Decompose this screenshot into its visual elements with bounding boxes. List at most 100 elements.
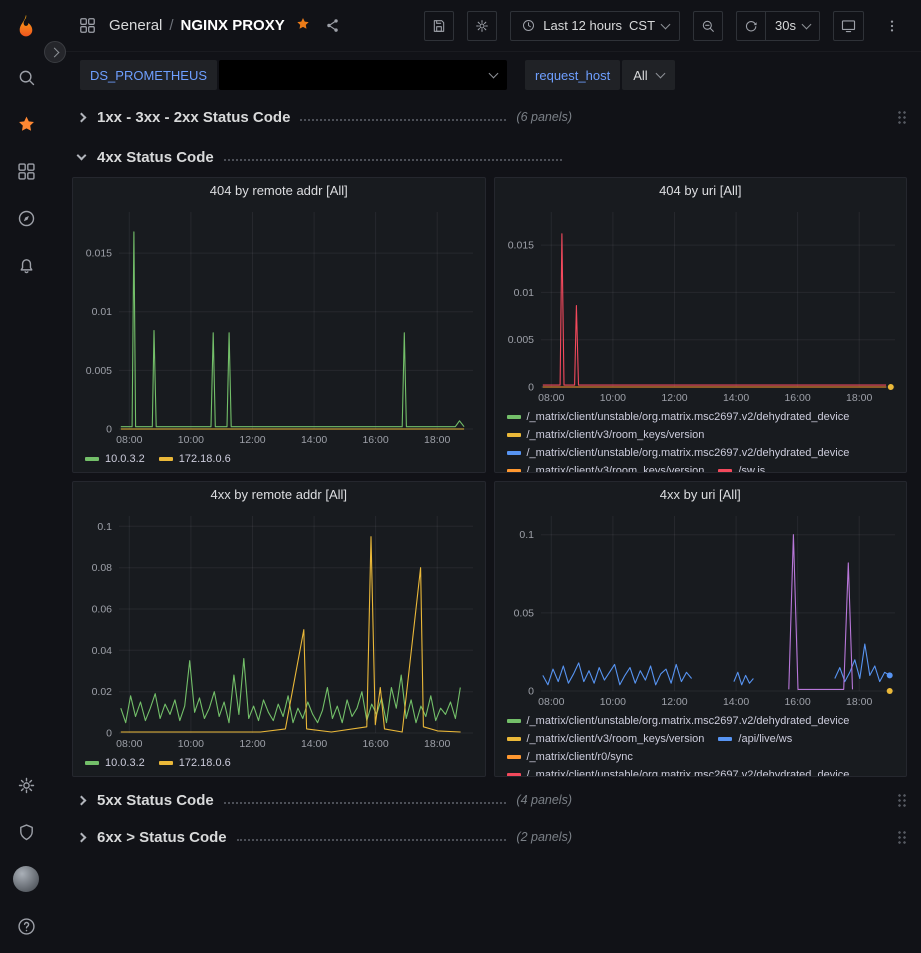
panel-title[interactable]: 4xx by uri [All] [495,482,907,508]
time-range-label: Last 12 hours [543,18,622,33]
legend-swatch [159,761,173,765]
chart-canvas: 00.050.108:0010:0012:0014:0016:0018:00 [495,508,907,708]
svg-text:0.005: 0.005 [86,365,112,377]
legend-item[interactable]: /_matrix/client/unstable/org.matrix.msc2… [507,408,850,424]
help-circle-icon [16,916,37,937]
svg-text:10:00: 10:00 [599,392,625,404]
legend-swatch [507,469,521,472]
legend-label: /_matrix/client/r0/sync [527,748,633,764]
chevron-right-icon [77,832,87,842]
row-head-left: 1xx - 3xx - 2xx Status Code (6 panels) [72,109,572,126]
panel-title[interactable]: 404 by remote addr [All] [73,178,485,204]
request-host-select[interactable]: All [622,60,674,90]
panel-legend: /_matrix/client/unstable/org.matrix.msc2… [495,404,907,472]
legend-item[interactable]: 172.18.0.6 [159,754,231,770]
svg-text:0: 0 [528,382,534,394]
dashboards-grid-icon [16,161,37,182]
grafana-logo[interactable] [0,0,52,52]
legend-item[interactable]: 10.0.3.2 [85,450,145,466]
row-drag-handle[interactable] [896,109,907,125]
tv-mode-button[interactable] [833,11,864,41]
panel-legend: /_matrix/client/unstable/org.matrix.msc2… [495,708,907,776]
zoom-out-time-button[interactable] [693,11,723,41]
legend-item[interactable]: 172.18.0.6 [159,450,231,466]
save-dashboard-button[interactable] [424,11,454,41]
panel-legend: 10.0.3.2 172.18.0.6 [73,446,485,472]
zoom-out-icon [700,18,716,34]
legend-swatch [507,451,521,455]
row-drag-handle[interactable] [896,792,907,808]
breadcrumb-section[interactable]: General [109,17,162,34]
gear-icon [16,775,37,796]
row-drag-handle[interactable] [896,829,907,845]
row-title: 1xx - 3xx - 2xx Status Code [97,109,290,126]
svg-text:16:00: 16:00 [784,392,810,404]
datasource-select[interactable] [219,60,507,90]
legend-item[interactable]: /_matrix/client/v3/room_keys/version [507,730,705,746]
time-series-chart[interactable]: 00.020.040.060.080.108:0010:0012:0014:00… [73,508,485,750]
svg-text:0.05: 0.05 [513,607,534,619]
favorite-star-button[interactable] [295,16,311,35]
sidebar-item-dashboards[interactable] [4,152,48,190]
sidebar-item-alerting[interactable] [4,246,48,284]
time-series-chart[interactable]: 00.0050.010.01508:0010:0012:0014:0016:00… [495,204,907,404]
legend-item[interactable]: /_matrix/client/v3/room_keys/version [507,462,705,472]
sidebar-expand-button[interactable] [44,41,66,63]
svg-text:16:00: 16:00 [362,738,388,750]
panel-title[interactable]: 4xx by remote addr [All] [73,482,485,508]
page-title: NGINX PROXY [181,17,285,34]
legend-item[interactable]: /sw.js [718,462,765,472]
legend-item[interactable]: /api/live/ws [718,730,792,746]
sidebar-item-help[interactable] [4,907,48,945]
dashboard-row-6xx[interactable]: 6xx > Status Code (2 panels) [72,823,907,851]
sidebar-item-explore[interactable] [4,199,48,237]
row-panel-count: (4 panels) [516,793,572,807]
sidebar-item-profile[interactable] [4,860,48,898]
svg-text:0.04: 0.04 [92,645,113,657]
refresh-interval-select[interactable]: 30s [766,11,820,41]
legend-swatch [85,761,99,765]
share-button[interactable] [324,17,341,34]
compass-icon [16,208,37,229]
clock-icon [521,18,536,33]
dashboard-content: 1xx - 3xx - 2xx Status Code (6 panels) 4… [52,96,921,851]
dashboard-settings-button[interactable] [467,11,497,41]
refresh-button[interactable] [736,11,766,41]
legend-item[interactable]: /_matrix/client/unstable/org.matrix.msc2… [507,766,850,776]
legend-item[interactable]: /_matrix/client/unstable/org.matrix.msc2… [507,444,850,460]
legend-swatch [507,773,521,776]
legend-label: /_matrix/client/v3/room_keys/version [527,426,705,442]
legend-label: 10.0.3.2 [105,754,145,770]
sidebar-item-search[interactable] [4,58,48,96]
dashboard-row-1xx-3xx-2xx[interactable]: 1xx - 3xx - 2xx Status Code (6 panels) [72,103,907,131]
kebab-menu-button[interactable] [877,11,907,41]
dashboard-row-5xx[interactable]: 5xx Status Code (4 panels) [72,786,907,814]
legend-item[interactable]: /_matrix/client/r0/sync [507,748,633,764]
panel-404-by-remote-addr: 404 by remote addr [All] 00.0050.010.015… [72,177,486,473]
breadcrumb-separator: / [169,17,173,34]
datasource-label: DS_PROMETHEUS [80,60,217,90]
legend-label: /_matrix/client/unstable/org.matrix.msc2… [527,712,850,728]
panel-title[interactable]: 404 by uri [All] [495,178,907,204]
sidebar-item-configuration[interactable] [4,766,48,804]
time-series-chart[interactable]: 00.0050.010.01508:0010:0012:0014:0016:00… [73,204,485,446]
dashboard-row-4xx[interactable]: 4xx Status Code [72,143,907,171]
panel-4xx-by-uri: 4xx by uri [All] 00.050.108:0010:0012:00… [494,481,908,777]
legend-item[interactable]: /_matrix/client/unstable/org.matrix.msc2… [507,712,850,728]
legend-item[interactable]: /_matrix/client/v3/room_keys/version [507,426,705,442]
datasource-variable: DS_PROMETHEUS [80,60,507,90]
sidebar-item-starred[interactable] [4,105,48,143]
time-series-chart[interactable]: 00.050.108:0010:0012:0014:0016:0018:00 [495,508,907,708]
time-range-picker[interactable]: Last 12 hours CST [510,11,680,41]
panels-grid: 404 by remote addr [All] 00.0050.010.015… [72,177,907,777]
legend-swatch [718,469,732,472]
svg-text:12:00: 12:00 [239,738,265,750]
row-title: 5xx Status Code [97,792,214,809]
shield-icon [16,822,37,843]
svg-text:18:00: 18:00 [424,738,450,750]
request-host-label: request_host [525,60,620,90]
sidebar-item-server-admin[interactable] [4,813,48,851]
legend-item[interactable]: 10.0.3.2 [85,754,145,770]
refresh-icon [743,18,759,34]
legend-label: /_matrix/client/v3/room_keys/version [527,462,705,472]
